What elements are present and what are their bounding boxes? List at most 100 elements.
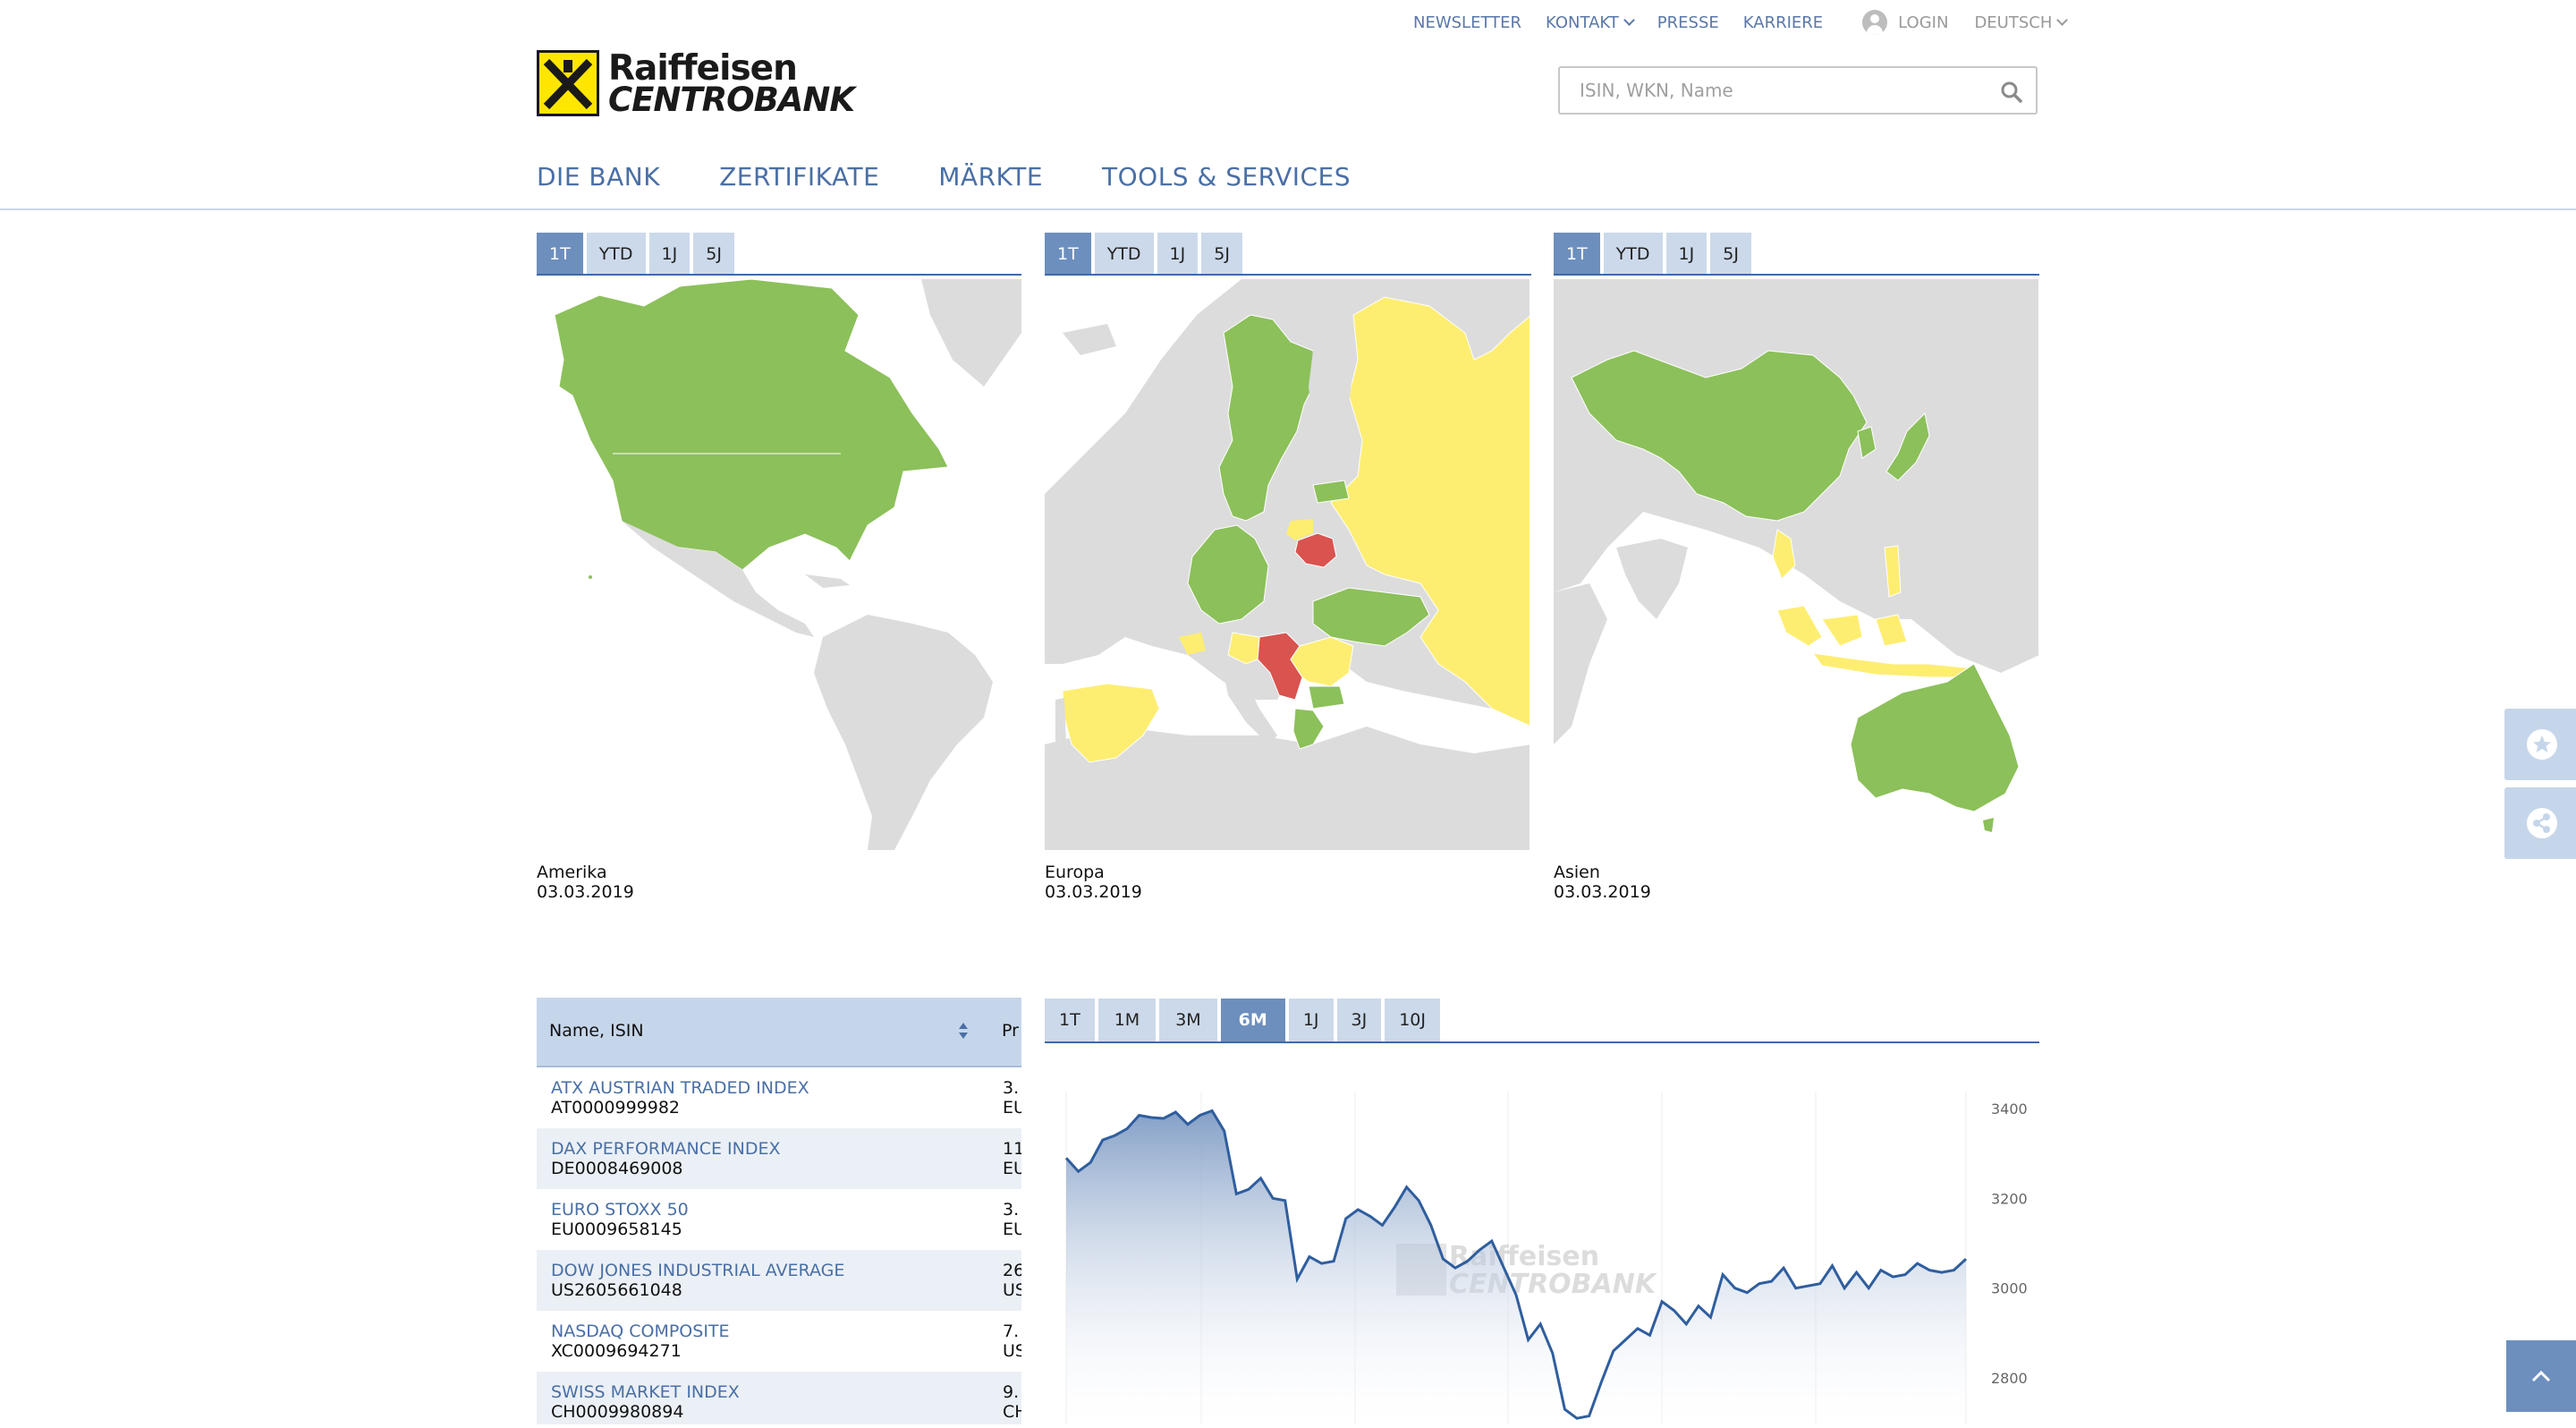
tab-ytd[interactable]: YTD: [586, 233, 646, 276]
currency-cell: CH: [1003, 1402, 1021, 1422]
map-region-label: Amerika: [537, 863, 607, 882]
tab-1t[interactable]: 1T: [1554, 233, 1600, 276]
main-nav: DIE BANK ZERTIFIKATE MÄRKTE TOOLS & SERV…: [537, 162, 1410, 191]
y-tick-label: 2800: [1991, 1370, 2028, 1387]
tab-5j[interactable]: 5J: [693, 233, 734, 276]
index-name-link[interactable]: DAX PERFORMANCE INDEX: [551, 1139, 780, 1159]
utility-nav: NEWSLETTER KONTAKT PRESSE KARRIERE LOGIN…: [1413, 10, 2090, 35]
chart-tab-3j[interactable]: 3J: [1336, 999, 1382, 1041]
chevron-up-icon: [2531, 1370, 2551, 1382]
search-box: [1558, 66, 2038, 115]
tab-1j[interactable]: 1J: [648, 233, 691, 276]
map-asien[interactable]: [1554, 279, 2038, 850]
map-tabs-europa: 1T YTD 1J 5J: [1045, 233, 1246, 276]
chevron-down-icon: [1623, 14, 1635, 26]
tab-ytd[interactable]: YTD: [1094, 233, 1154, 276]
index-isin: DE0008469008: [551, 1159, 683, 1178]
tab-1t[interactable]: 1T: [1045, 233, 1091, 276]
currency-cell: US: [1003, 1280, 1021, 1300]
chart-tab-underline: [1045, 1041, 2039, 1043]
nav-maerkte[interactable]: MÄRKTE: [938, 162, 1043, 191]
karriere-link[interactable]: KARRIERE: [1743, 13, 1823, 32]
table-row[interactable]: NASDAQ COMPOSITE XC0009694271 7. US: [537, 1311, 1021, 1372]
index-table: Name, ISIN Pr ATX AUSTRIAN TRADED INDEX …: [537, 998, 1021, 1424]
chart-y-axis: 3400 3200 3000 2800: [1991, 1101, 2028, 1387]
tab-underline: [1554, 274, 2039, 276]
raiffeisen-logo[interactable]: Raiffeisen CENTROBANK: [537, 48, 855, 119]
price-cell: 7.: [1003, 1322, 1020, 1341]
currency-cell: EU: [1003, 1098, 1021, 1118]
map-amerika[interactable]: [537, 279, 1021, 850]
index-chart[interactable]: Raiffeisen CENTROBANK 3400 3200 3000 2800: [1045, 1065, 2039, 1424]
price-cell: 11: [1003, 1139, 1021, 1159]
newsletter-link[interactable]: NEWSLETTER: [1413, 13, 1521, 32]
star-icon: [2527, 729, 2557, 760]
favorite-button[interactable]: [2504, 709, 2576, 780]
language-label: DEUTSCH: [1974, 13, 2053, 32]
scroll-to-top-button[interactable]: [2506, 1340, 2576, 1412]
kontakt-dropdown[interactable]: KONTAKT: [1546, 13, 1635, 32]
map-caption-asien: Asien 03.03.2019: [1554, 863, 1651, 902]
index-name-link[interactable]: SWISS MARKET INDEX: [551, 1382, 740, 1402]
y-tick-label: 3200: [1991, 1190, 2028, 1207]
tab-5j[interactable]: 5J: [1710, 233, 1751, 276]
logo-text-centrobank: CENTROBANK: [608, 81, 855, 119]
map-europa[interactable]: [1045, 279, 1530, 850]
tab-1j[interactable]: 1J: [1157, 233, 1199, 276]
kontakt-label: KONTAKT: [1546, 13, 1619, 32]
column-header-name[interactable]: Name, ISIN: [549, 1021, 644, 1041]
price-cell: 3.: [1003, 1200, 1020, 1220]
logo-mark-icon: [537, 50, 599, 116]
table-row[interactable]: SWISS MARKET INDEX CH0009980894 9. CH: [537, 1372, 1021, 1424]
share-button[interactable]: [2504, 787, 2576, 859]
index-name-link[interactable]: EURO STOXX 50: [551, 1200, 689, 1220]
search-icon[interactable]: [2000, 81, 2023, 104]
index-isin: CH0009980894: [551, 1402, 684, 1422]
column-header-price[interactable]: Pr: [1002, 1021, 1019, 1041]
index-isin: EU0009658145: [551, 1220, 682, 1239]
chart-tab-3m[interactable]: 3M: [1159, 999, 1217, 1041]
share-icon: [2527, 808, 2557, 838]
table-row[interactable]: DAX PERFORMANCE INDEX DE0008469008 11 EU: [537, 1128, 1021, 1189]
index-isin: XC0009694271: [551, 1341, 682, 1361]
map-tabs-amerika: 1T YTD 1J 5J: [537, 233, 738, 276]
sort-icon[interactable]: [958, 1021, 969, 1041]
nav-tools-services[interactable]: TOOLS & SERVICES: [1102, 162, 1351, 191]
map-date-label: 03.03.2019: [1554, 882, 1651, 902]
chart-svg: Raiffeisen CENTROBANK 3400320030002800: [1064, 1092, 2028, 1424]
table-row[interactable]: ATX AUSTRIAN TRADED INDEX AT0000999982 3…: [537, 1067, 1021, 1128]
map-tabs-asien: 1T YTD 1J 5J: [1554, 233, 1755, 276]
chart-tab-1m[interactable]: 1M: [1097, 999, 1157, 1041]
presse-link[interactable]: PRESSE: [1657, 13, 1719, 32]
tab-1t[interactable]: 1T: [537, 233, 583, 276]
header-divider: [0, 208, 2576, 210]
chart-tab-10j[interactable]: 10J: [1385, 999, 1440, 1041]
chart-tab-1t[interactable]: 1T: [1045, 999, 1095, 1041]
tab-5j[interactable]: 5J: [1201, 233, 1242, 276]
map-date-label: 03.03.2019: [537, 882, 634, 902]
tab-ytd[interactable]: YTD: [1603, 233, 1663, 276]
price-cell: 3.: [1003, 1078, 1020, 1098]
chart-tab-1j[interactable]: 1J: [1288, 999, 1334, 1041]
index-name-link[interactable]: ATX AUSTRIAN TRADED INDEX: [551, 1078, 809, 1098]
tab-1j[interactable]: 1J: [1665, 233, 1707, 276]
login-label: LOGIN: [1898, 13, 1949, 32]
y-tick-label: 3400: [1991, 1101, 2028, 1118]
nav-zertifikate[interactable]: ZERTIFIKATE: [719, 162, 879, 191]
language-dropdown[interactable]: DEUTSCH: [1974, 13, 2069, 32]
price-cell: 9.: [1003, 1382, 1020, 1402]
y-tick-label: 3000: [1991, 1280, 2028, 1297]
chart-tab-6m[interactable]: 6M: [1220, 999, 1285, 1041]
search-input[interactable]: [1578, 79, 1975, 102]
nav-die-bank[interactable]: DIE BANK: [537, 162, 660, 191]
map-caption-amerika: Amerika 03.03.2019: [537, 863, 634, 902]
index-name-link[interactable]: DOW JONES INDUSTRIAL AVERAGE: [551, 1261, 844, 1280]
currency-cell: EU: [1003, 1159, 1021, 1178]
table-header: Name, ISIN Pr: [537, 998, 1021, 1067]
table-row[interactable]: EURO STOXX 50 EU0009658145 3. EU: [537, 1189, 1021, 1250]
chart-tabs: 1T 1M 3M 6M 1J 3J 10J: [1045, 999, 1444, 1041]
login-link[interactable]: LOGIN: [1862, 10, 1948, 35]
index-name-link[interactable]: NASDAQ COMPOSITE: [551, 1322, 730, 1341]
map-caption-europa: Europa 03.03.2019: [1045, 863, 1142, 902]
table-row[interactable]: DOW JONES INDUSTRIAL AVERAGE US260566104…: [537, 1250, 1021, 1311]
